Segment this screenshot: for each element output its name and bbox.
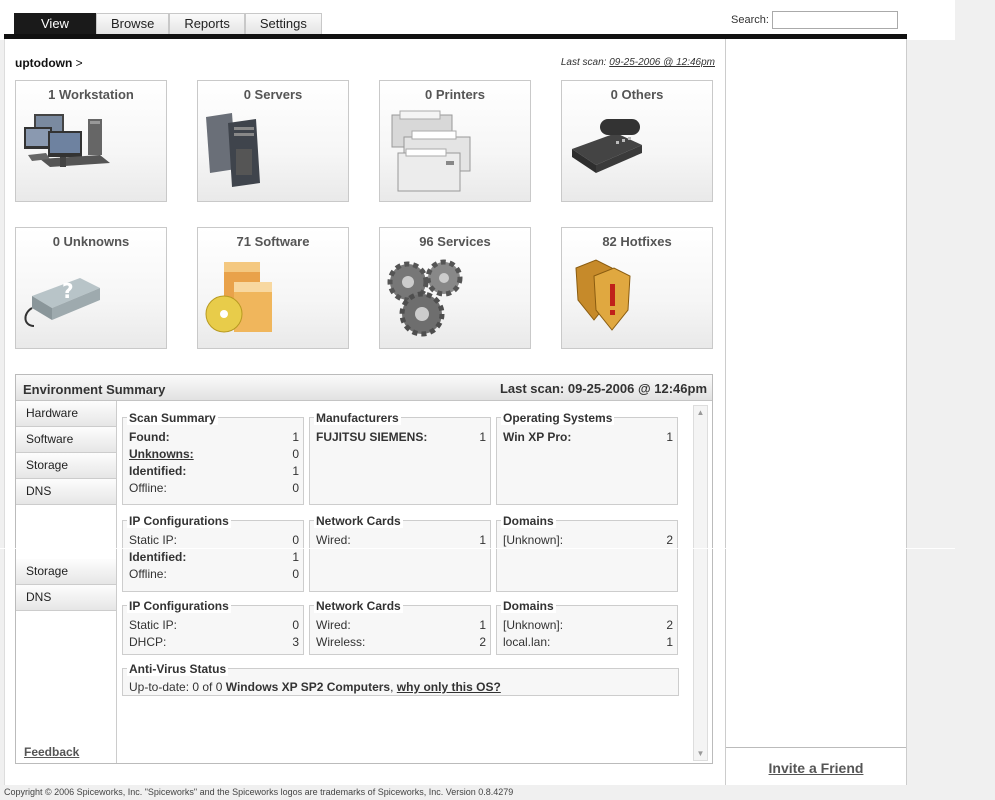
unknowns-link: Unknowns: [129, 447, 194, 461]
card-unknowns[interactable]: 0 Unknowns ? [15, 227, 167, 349]
unknown-device-icon: ? [24, 278, 100, 327]
network-cards-title: Network Cards [314, 599, 403, 613]
last-scan-info: Last scan: 09-25-2006 @ 12:46pm [561, 57, 715, 68]
environment-summary-header: Environment Summary Last scan: 09-25-200… [16, 375, 712, 401]
env-nav-storage-2[interactable]: Storage [16, 559, 116, 585]
feedback-link[interactable]: Feedback [24, 745, 79, 759]
scroll-up-arrow-icon[interactable]: ▲ [694, 406, 707, 419]
why-only-this-os-link[interactable]: why only this OS? [397, 680, 501, 694]
card-software[interactable]: 71 Software [197, 227, 349, 349]
printer-icon [391, 110, 471, 192]
domains-title: Domains [501, 599, 556, 613]
card-label: 96 Services [419, 234, 491, 249]
invite-friend-link[interactable]: Invite a Friend [726, 760, 906, 776]
breadcrumb-location[interactable]: uptodown [15, 56, 72, 70]
manufacturers-box: Manufacturers FUJITSU SIEMENS: 1 [309, 411, 491, 505]
svg-text:?: ? [62, 279, 74, 303]
breadcrumb: uptodown > [15, 56, 83, 70]
shield-icon [575, 259, 631, 331]
tab-browse[interactable]: Browse [95, 13, 170, 34]
domains-box: Domains [Unknown]: 2 [496, 514, 678, 592]
tab-view[interactable]: View [14, 13, 96, 34]
env-nav-dns-2[interactable]: DNS [16, 585, 116, 611]
antivirus-status-box: Anti-Virus Status Up-to-date: 0 of 0 Win… [122, 662, 679, 696]
ip-configurations-box: IP Configurations Static IP: 0 Identified… [122, 514, 304, 592]
scan-summary-title: Scan Summary [127, 411, 218, 425]
card-label: 0 Servers [243, 87, 303, 102]
search-label: Search: [731, 14, 769, 26]
env-nav-dns[interactable]: DNS [16, 479, 116, 505]
env-nav-storage[interactable]: Storage [16, 453, 116, 479]
right-panel: Invite a Friend [725, 39, 907, 785]
card-label: 71 Software [236, 234, 310, 249]
operating-systems-box: Operating Systems Win XP Pro: 1 [496, 411, 678, 505]
card-printers[interactable]: 0 Printers [379, 80, 531, 202]
scroll-down-arrow-icon[interactable]: ▼ [694, 747, 707, 760]
render-artifact-line [0, 548, 955, 549]
env-nav-hardware[interactable]: Hardware [16, 401, 116, 427]
card-workstations[interactable]: 1 Workstation [15, 80, 167, 202]
phone-icon [572, 119, 642, 173]
ip-configurations-box-2: IP Configurations Static IP: 0 DHCP: 3 [122, 599, 304, 655]
server-icon [206, 113, 260, 187]
right-panel-divider [726, 747, 906, 748]
card-label: 0 Unknowns [52, 234, 130, 249]
breadcrumb-separator: > [75, 56, 83, 70]
environment-summary-panel: Environment Summary Last scan: 09-25-200… [15, 374, 713, 764]
last-scan-label: Last scan: [560, 57, 607, 68]
domains-box-2: Domains [Unknown]: 2 local.lan: 1 [496, 599, 678, 655]
card-label: 0 Printers [425, 87, 485, 102]
search-input[interactable] [772, 11, 898, 29]
main-content: uptodown > Last scan: 09-25-2006 @ 12:46… [4, 39, 725, 785]
env-nav-gap [16, 505, 116, 559]
gears-icon [387, 259, 463, 337]
card-label: 82 Hotfixes [602, 234, 672, 249]
environment-nav: Hardware Software Storage DNS Storage DN… [16, 401, 117, 763]
footer-copyright: Copyright © 2006 Spiceworks, Inc. "Spice… [4, 787, 514, 797]
ip-configurations-title: IP Configurations [127, 514, 231, 528]
software-icon [205, 262, 272, 333]
main-tabs: View Browse Reports Settings [14, 13, 322, 34]
card-label: 1 Workstation [48, 87, 134, 102]
environment-summary-title: Environment Summary [23, 382, 166, 397]
env-nav-software[interactable]: Software [16, 427, 116, 453]
antivirus-status-line: Up-to-date: 0 of 0 Windows XP SP2 Comput… [129, 680, 501, 694]
antivirus-status-title: Anti-Virus Status [127, 662, 229, 676]
environment-scrollbar[interactable]: ▲ ▼ [693, 405, 708, 761]
workstation-icon [24, 114, 110, 167]
operating-systems-title: Operating Systems [501, 411, 615, 425]
scan-summary-box: Scan Summary Found: 1 Unknowns: 0 Identifi… [122, 411, 304, 505]
network-cards-box: Network Cards Wired: 1 [309, 514, 491, 592]
card-others[interactable]: 0 Others [561, 80, 713, 202]
last-scan-date-link[interactable]: 09-25-2006 @ 12:46pm [609, 57, 715, 68]
card-servers[interactable]: 0 Servers [197, 80, 349, 202]
card-label: 0 Others [610, 87, 664, 102]
ip-configurations-title: IP Configurations [127, 599, 231, 613]
tab-reports[interactable]: Reports [169, 13, 245, 34]
card-hotfixes[interactable]: 82 Hotfixes [561, 227, 713, 349]
network-cards-title: Network Cards [314, 514, 403, 528]
card-services[interactable]: 96 Services [379, 227, 531, 349]
domains-title: Domains [501, 514, 556, 528]
manufacturers-title: Manufacturers [314, 411, 401, 425]
tab-settings[interactable]: Settings [244, 13, 322, 34]
network-cards-box-2: Network Cards Wired: 1 Wireless: 2 [309, 599, 491, 655]
environment-last-scan: Last scan: 09-25-2006 @ 12:46pm [499, 381, 707, 396]
